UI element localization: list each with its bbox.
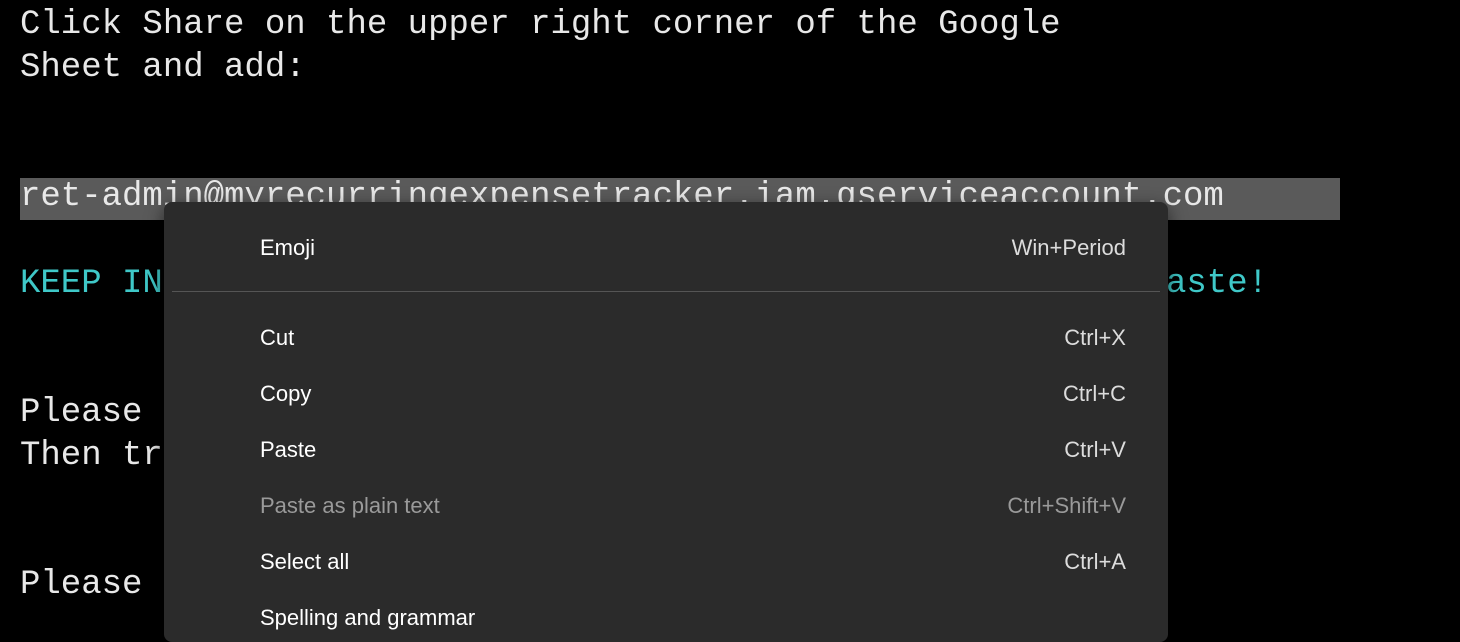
- terminal-line-instruction-2: Sheet and add:: [20, 49, 306, 87]
- terminal-line-please-1: Please: [20, 394, 143, 432]
- menu-separator: [172, 291, 1160, 292]
- menu-item-shortcut: Ctrl+V: [1064, 437, 1126, 462]
- context-menu: Emoji Win+Period Cut Ctrl+X Copy Ctrl+C …: [164, 202, 1168, 642]
- menu-item-shortcut: Ctrl+X: [1064, 325, 1126, 350]
- menu-item-label: Select all: [260, 549, 350, 574]
- terminal-line-please-2: Please: [20, 566, 143, 604]
- menu-item-label: Copy: [260, 381, 312, 406]
- menu-item-shortcut: Win+Period: [1011, 235, 1126, 260]
- menu-item-paste[interactable]: Paste Ctrl+V: [164, 425, 1168, 475]
- menu-item-shortcut: Ctrl+C: [1063, 381, 1126, 406]
- terminal-line-warning-end: aste!: [1166, 265, 1269, 303]
- menu-item-select-all[interactable]: Select all Ctrl+A: [164, 537, 1168, 587]
- menu-item-label: Cut: [260, 325, 295, 350]
- terminal-line-then-try: Then tr: [20, 437, 163, 475]
- terminal-line-warning-start: KEEP IN: [20, 265, 163, 303]
- menu-item-label: Paste as plain text: [260, 493, 440, 518]
- menu-item-label: Spelling and grammar: [260, 605, 476, 630]
- menu-item-label: Emoji: [260, 235, 316, 260]
- menu-item-cut[interactable]: Cut Ctrl+X: [164, 313, 1168, 363]
- menu-item-paste-plain-text: Paste as plain text Ctrl+Shift+V: [164, 481, 1168, 531]
- menu-item-shortcut: Ctrl+Shift+V: [1007, 493, 1126, 518]
- terminal-line-instruction-1: Click Share on the upper right corner of…: [20, 6, 1061, 44]
- menu-item-shortcut: Ctrl+A: [1064, 549, 1126, 574]
- menu-item-copy[interactable]: Copy Ctrl+C: [164, 369, 1168, 419]
- menu-item-emoji[interactable]: Emoji Win+Period: [164, 223, 1168, 273]
- menu-item-spelling-grammar[interactable]: Spelling and grammar: [164, 593, 1168, 642]
- menu-item-label: Paste: [260, 437, 317, 462]
